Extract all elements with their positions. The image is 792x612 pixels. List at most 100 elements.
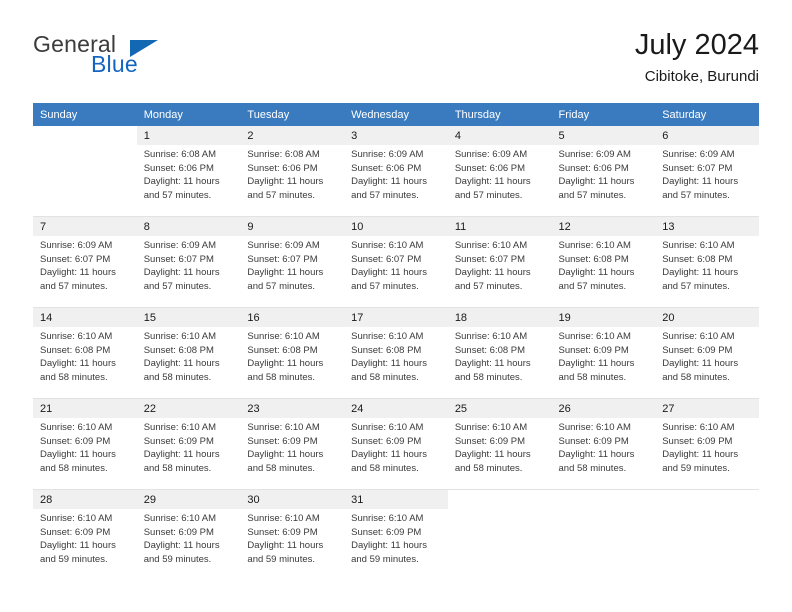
daylight-text-line1: Daylight: 11 hours (351, 358, 427, 370)
calendar-day-cell[interactable]: 1 Sunrise: 6:08 AM Sunset: 6:06 PM Dayli… (136, 126, 241, 217)
sunset-text: Sunset: 6:06 PM (558, 162, 629, 174)
day-details: Sunrise: 6:10 AM Sunset: 6:09 PM Dayligh… (344, 509, 448, 566)
daylight-text-line1: Daylight: 11 hours (662, 267, 739, 279)
calendar-day-cell[interactable]: 25 Sunrise: 6:10 AM Sunset: 6:09 PM Dayl… (447, 398, 552, 490)
daylight-text-line1: Daylight: 11 hours (351, 267, 427, 279)
calendar-day-cell[interactable]: 29 Sunrise: 6:10 AM Sunset: 6:09 PM Dayl… (136, 490, 241, 581)
weekday-header-monday: Monday (136, 103, 241, 126)
calendar-day-cell[interactable]: 19 Sunrise: 6:10 AM Sunset: 6:09 PM Dayl… (551, 307, 656, 399)
calendar-day-cell[interactable]: 14 Sunrise: 6:10 AM Sunset: 6:08 PM Dayl… (33, 307, 137, 399)
calendar-day-cell[interactable]: 16 Sunrise: 6:10 AM Sunset: 6:08 PM Dayl… (240, 307, 345, 399)
calendar-day-cell[interactable]: 6 Sunrise: 6:09 AM Sunset: 6:07 PM Dayli… (655, 126, 759, 217)
sunset-text: Sunset: 6:07 PM (40, 253, 111, 265)
calendar-page: General Blue July 2024 Cibitoke, Burundi… (0, 0, 792, 612)
daylight-text-line2: and 58 minutes. (454, 371, 523, 383)
sunrise-text: Sunrise: 6:09 AM (558, 149, 631, 160)
sunset-text: Sunset: 6:09 PM (143, 435, 214, 447)
sunset-text: Sunset: 6:06 PM (351, 162, 422, 174)
daylight-text-line2: and 58 minutes. (247, 462, 316, 474)
day-number: 26 (551, 399, 656, 418)
calendar-day-cell[interactable]: 17 Sunrise: 6:10 AM Sunset: 6:08 PM Dayl… (344, 307, 448, 399)
weekday-header-thursday: Thursday (447, 103, 552, 126)
daylight-text-line1: Daylight: 11 hours (558, 267, 635, 279)
sunrise-text: Sunrise: 6:09 AM (247, 240, 320, 251)
day-details: Sunrise: 6:09 AM Sunset: 6:06 PM Dayligh… (552, 145, 656, 202)
sunrise-text: Sunrise: 6:09 AM (143, 240, 217, 251)
calendar-day-cell[interactable]: 31 Sunrise: 6:10 AM Sunset: 6:09 PM Dayl… (344, 490, 448, 581)
calendar-day-cell[interactable] (551, 490, 656, 581)
day-details: Sunrise: 6:10 AM Sunset: 6:09 PM Dayligh… (552, 418, 656, 475)
calendar-day-cell[interactable]: 18 Sunrise: 6:10 AM Sunset: 6:08 PM Dayl… (447, 307, 552, 399)
sunrise-text: Sunrise: 6:10 AM (454, 331, 528, 342)
daylight-text-line2: and 58 minutes. (662, 371, 730, 383)
sunrise-text: Sunrise: 6:10 AM (143, 331, 217, 342)
daylight-text-line2: and 58 minutes. (351, 462, 419, 474)
calendar-day-cell[interactable]: 22 Sunrise: 6:10 AM Sunset: 6:09 PM Dayl… (136, 398, 241, 490)
calendar-day-cell[interactable]: 12 Sunrise: 6:10 AM Sunset: 6:08 PM Dayl… (551, 216, 656, 308)
day-number: 7 (33, 217, 137, 236)
daylight-text-line1: Daylight: 11 hours (143, 540, 220, 552)
daylight-text-line2: and 57 minutes. (247, 280, 316, 292)
calendar-day-cell[interactable] (655, 490, 759, 581)
day-number: 22 (136, 399, 241, 418)
day-number: 9 (240, 217, 345, 236)
day-number: 8 (136, 217, 241, 236)
day-number: 4 (447, 126, 552, 145)
calendar-day-cell[interactable]: 23 Sunrise: 6:10 AM Sunset: 6:09 PM Dayl… (240, 398, 345, 490)
sunrise-text: Sunrise: 6:10 AM (351, 422, 424, 433)
calendar-day-cell[interactable]: 7 Sunrise: 6:09 AM Sunset: 6:07 PM Dayli… (33, 216, 137, 308)
calendar-day-cell[interactable]: 11 Sunrise: 6:10 AM Sunset: 6:07 PM Dayl… (447, 216, 552, 308)
sunrise-text: Sunrise: 6:10 AM (40, 331, 113, 342)
daylight-text-line1: Daylight: 11 hours (143, 358, 220, 370)
day-details: Sunrise: 6:10 AM Sunset: 6:09 PM Dayligh… (240, 418, 344, 475)
day-number: 13 (655, 217, 759, 236)
calendar-day-cell[interactable]: 4 Sunrise: 6:09 AM Sunset: 6:06 PM Dayli… (447, 126, 552, 217)
day-details: Sunrise: 6:10 AM Sunset: 6:09 PM Dayligh… (33, 418, 137, 475)
day-details: Sunrise: 6:10 AM Sunset: 6:07 PM Dayligh… (448, 236, 552, 293)
day-number: 21 (33, 399, 137, 418)
sunset-text: Sunset: 6:09 PM (40, 526, 111, 538)
brand-name-blue: Blue (91, 51, 138, 77)
calendar-day-cell[interactable] (447, 490, 552, 581)
sunrise-text: Sunrise: 6:10 AM (351, 331, 424, 342)
calendar-day-cell[interactable]: 8 Sunrise: 6:09 AM Sunset: 6:07 PM Dayli… (136, 216, 241, 308)
calendar-day-cell[interactable]: 3 Sunrise: 6:09 AM Sunset: 6:06 PM Dayli… (344, 126, 448, 217)
calendar-day-cell[interactable]: 10 Sunrise: 6:10 AM Sunset: 6:07 PM Dayl… (344, 216, 448, 308)
daylight-text-line1: Daylight: 11 hours (351, 540, 427, 552)
calendar-day-cell[interactable]: 13 Sunrise: 6:10 AM Sunset: 6:08 PM Dayl… (655, 216, 759, 308)
day-details (448, 493, 552, 496)
calendar-day-cell[interactable]: 27 Sunrise: 6:10 AM Sunset: 6:09 PM Dayl… (655, 398, 759, 490)
calendar-day-cell[interactable]: 28 Sunrise: 6:10 AM Sunset: 6:09 PM Dayl… (33, 490, 137, 581)
calendar-day-cell[interactable]: 26 Sunrise: 6:10 AM Sunset: 6:09 PM Dayl… (551, 398, 656, 490)
calendar-table: Sunday Monday Tuesday Wednesday Thursday… (33, 103, 759, 580)
calendar-day-cell[interactable]: 2 Sunrise: 6:08 AM Sunset: 6:06 PM Dayli… (240, 126, 345, 217)
calendar-day-cell[interactable]: 20 Sunrise: 6:10 AM Sunset: 6:09 PM Dayl… (655, 307, 759, 399)
calendar-day-cell[interactable]: 21 Sunrise: 6:10 AM Sunset: 6:09 PM Dayl… (33, 398, 137, 490)
calendar-day-cell[interactable]: 5 Sunrise: 6:09 AM Sunset: 6:06 PM Dayli… (551, 126, 656, 217)
calendar-day-cell[interactable]: 9 Sunrise: 6:09 AM Sunset: 6:07 PM Dayli… (240, 216, 345, 308)
day-details: Sunrise: 6:09 AM Sunset: 6:06 PM Dayligh… (344, 145, 448, 202)
daylight-text-line1: Daylight: 11 hours (143, 176, 220, 188)
daylight-text-line1: Daylight: 11 hours (247, 358, 324, 370)
sunset-text: Sunset: 6:08 PM (247, 344, 318, 356)
calendar-day-cell[interactable]: 24 Sunrise: 6:10 AM Sunset: 6:09 PM Dayl… (344, 398, 448, 490)
day-number: 2 (240, 126, 345, 145)
day-number: 27 (655, 399, 759, 418)
day-number: 29 (136, 490, 241, 509)
sunrise-text: Sunrise: 6:09 AM (40, 240, 113, 251)
day-details: Sunrise: 6:10 AM Sunset: 6:09 PM Dayligh… (137, 418, 241, 475)
daylight-text-line2: and 57 minutes. (662, 280, 730, 292)
brand-logo[interactable]: General Blue (33, 31, 293, 89)
calendar-day-cell[interactable]: 15 Sunrise: 6:10 AM Sunset: 6:08 PM Dayl… (136, 307, 241, 399)
day-number: 5 (551, 126, 656, 145)
sunrise-text: Sunrise: 6:10 AM (454, 422, 528, 433)
day-number: 18 (447, 308, 552, 327)
page-title: July 2024 (634, 29, 759, 61)
sunrise-text: Sunrise: 6:09 AM (454, 149, 528, 160)
sunset-text: Sunset: 6:09 PM (662, 435, 733, 447)
calendar-day-cell[interactable]: 30 Sunrise: 6:10 AM Sunset: 6:09 PM Dayl… (240, 490, 345, 581)
daylight-text-line2: and 57 minutes. (454, 280, 523, 292)
daylight-text-line2: and 57 minutes. (454, 189, 523, 201)
calendar-day-cell[interactable] (33, 126, 137, 217)
daylight-text-line1: Daylight: 11 hours (454, 358, 531, 370)
